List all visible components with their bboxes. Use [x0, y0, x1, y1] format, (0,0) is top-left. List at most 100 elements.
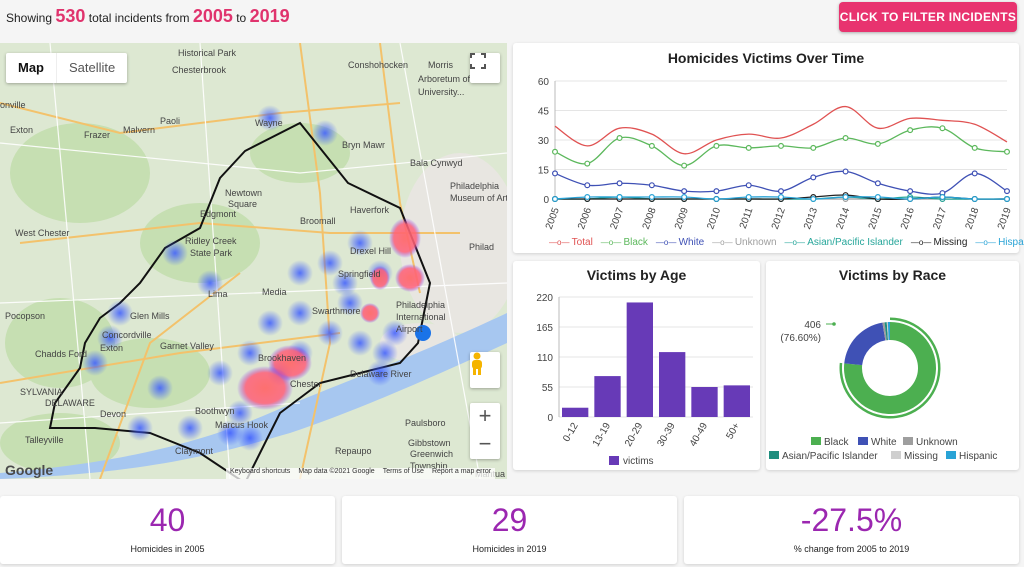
map-type-control: Map Satellite: [6, 53, 128, 83]
map-attribution-bar: Keyboard shortcuts Map data ©2021 Google…: [226, 468, 496, 479]
map-place-label: Talleyville: [25, 435, 64, 445]
line-legend-item[interactable]: —o— Missing: [911, 237, 968, 248]
line-point: [551, 196, 558, 203]
heat-blob: [207, 360, 233, 386]
line-legend-item[interactable]: —o— Unknown: [712, 237, 776, 248]
map-place-label: Lima: [208, 289, 228, 299]
map-place-label: Garnet Valley: [160, 341, 214, 351]
age-bar[interactable]: [659, 352, 686, 417]
incident-summary: Showing 530 total incidents from 2005 to…: [6, 6, 290, 27]
line-x-tick-label: 2017: [931, 206, 949, 231]
age-bar[interactable]: [723, 385, 750, 417]
victims-over-time-chart: 60 45 30 15 02005 2006 2007 2008 2009 2010 2011 201…: [538, 77, 1014, 231]
race-legend-label[interactable]: White: [871, 437, 897, 448]
age-bar[interactable]: [691, 387, 718, 417]
map-place-label: West Chester: [15, 228, 69, 238]
line-legend-item[interactable]: —o— Asian/Pacific Islander: [785, 237, 903, 248]
race-legend-label[interactable]: Unknown: [916, 437, 958, 448]
line-y-tick-label: 15: [538, 166, 550, 177]
report-map-error-link[interactable]: Report a map error: [432, 468, 491, 479]
line-point: [842, 194, 849, 201]
legend-label: Missing: [933, 237, 968, 248]
line-point: [842, 135, 849, 142]
age-bar[interactable]: [562, 407, 589, 417]
bar-x-tick-label: 0-12: [561, 421, 581, 444]
terms-of-use-link[interactable]: Terms of Use: [383, 468, 424, 479]
map-place-label: Exton: [100, 343, 123, 353]
race-legend-label[interactable]: Hispanic: [959, 451, 997, 462]
line-x-tick-label: 2005: [544, 206, 562, 231]
callout-dot: [832, 322, 836, 326]
zoom-in-button[interactable]: +: [479, 403, 492, 431]
map-place-label: Square: [228, 199, 257, 209]
line-point: [874, 194, 881, 201]
line-x-tick-label: 2007: [608, 206, 626, 231]
heat-blob: [127, 415, 153, 441]
map-place-label: Malvern: [123, 125, 155, 135]
pegman-icon: [472, 352, 482, 375]
legend-marker: —o—: [600, 238, 624, 247]
legend-label: White: [678, 237, 705, 248]
legend-marker: —o—: [549, 238, 572, 247]
heat-blob: [147, 375, 173, 401]
map-canvas[interactable]: Historical Park Chesterbrook Conshohocken M…: [0, 43, 507, 479]
street-view-pegman[interactable]: [470, 352, 500, 388]
line-point: [1004, 196, 1011, 203]
line-point: [810, 144, 817, 151]
line-point: [713, 188, 720, 195]
line-point: [874, 140, 881, 147]
map-place-label: SYLVANIA: [20, 387, 63, 397]
map-place-label: Media: [262, 287, 287, 297]
line-point: [874, 180, 881, 187]
victims-by-race-card: Victims by Race Black 406 (76.60%) Black Whi…: [766, 261, 1019, 470]
legend-label: Total: [571, 237, 593, 248]
line-point: [1004, 148, 1011, 155]
race-legend-label[interactable]: Missing: [904, 451, 938, 462]
fullscreen-button[interactable]: [470, 53, 500, 83]
line-point: [778, 194, 785, 201]
line-point: [584, 160, 591, 167]
bar-y-tick-label: 0: [547, 413, 553, 424]
map-place-label: Chadds Ford: [35, 349, 87, 359]
map-place-label: onville: [0, 100, 26, 110]
victims-by-age-card: Victims by Age 220 165 110 55 0 0-12 13-19 20-2…: [513, 261, 760, 470]
line-x-tick-label: 2014: [834, 206, 852, 231]
map-place-label: Paulsboro: [405, 418, 446, 428]
heat-blob: [287, 300, 313, 326]
race-legend-swatch: [811, 437, 821, 445]
incident-count: 530: [55, 6, 86, 26]
race-legend-label[interactable]: Asian/Pacific Islander: [782, 451, 878, 462]
race-legend-label[interactable]: Black: [824, 437, 849, 448]
map-place-label: Gibbstown: [408, 438, 451, 448]
victims-by-race-chart: Black 406 (76.60%) Black White Unknown Asian/P…: [769, 317, 997, 462]
keyboard-shortcuts-link[interactable]: Keyboard shortcuts: [230, 468, 290, 479]
line-point: [810, 196, 817, 203]
line-legend-item[interactable]: —o— Total: [549, 237, 593, 248]
map-place-label: Edgmont: [200, 209, 237, 219]
summary-prefix: Showing: [6, 11, 53, 25]
line-point: [681, 194, 688, 201]
line-legend-item[interactable]: —o— Black: [601, 237, 648, 248]
line-legend-item[interactable]: —o— White: [656, 237, 704, 248]
age-bar[interactable]: [594, 376, 621, 417]
map-place-label: Delaware River: [350, 369, 412, 379]
line-legend-item[interactable]: —o— Hispanic: [975, 237, 1024, 248]
line-point: [681, 162, 688, 169]
legend-label: Hispanic: [998, 237, 1024, 248]
zoom-out-button[interactable]: −: [479, 431, 492, 459]
line-x-tick-label: 2012: [770, 206, 788, 231]
line-y-tick-label: 0: [543, 195, 549, 206]
line-x-tick-label: 2011: [738, 206, 756, 230]
filter-incidents-button[interactable]: CLICK TO FILTER INCIDENTS: [839, 2, 1017, 32]
incident-heatmap-map[interactable]: Historical Park Chesterbrook Conshohocken M…: [0, 43, 507, 479]
map-place-label: Newtown: [225, 188, 262, 198]
legend-marker: —o—: [655, 238, 679, 247]
age-bar[interactable]: [626, 302, 653, 417]
bar-x-tick-label: 50+: [724, 421, 742, 441]
map-type-map-button[interactable]: Map: [6, 53, 56, 83]
heat-blob: [312, 120, 338, 146]
line-point: [745, 194, 752, 201]
line-point: [584, 182, 591, 189]
map-place-label: Boothwyn: [195, 406, 235, 416]
map-type-satellite-button[interactable]: Satellite: [56, 53, 127, 83]
